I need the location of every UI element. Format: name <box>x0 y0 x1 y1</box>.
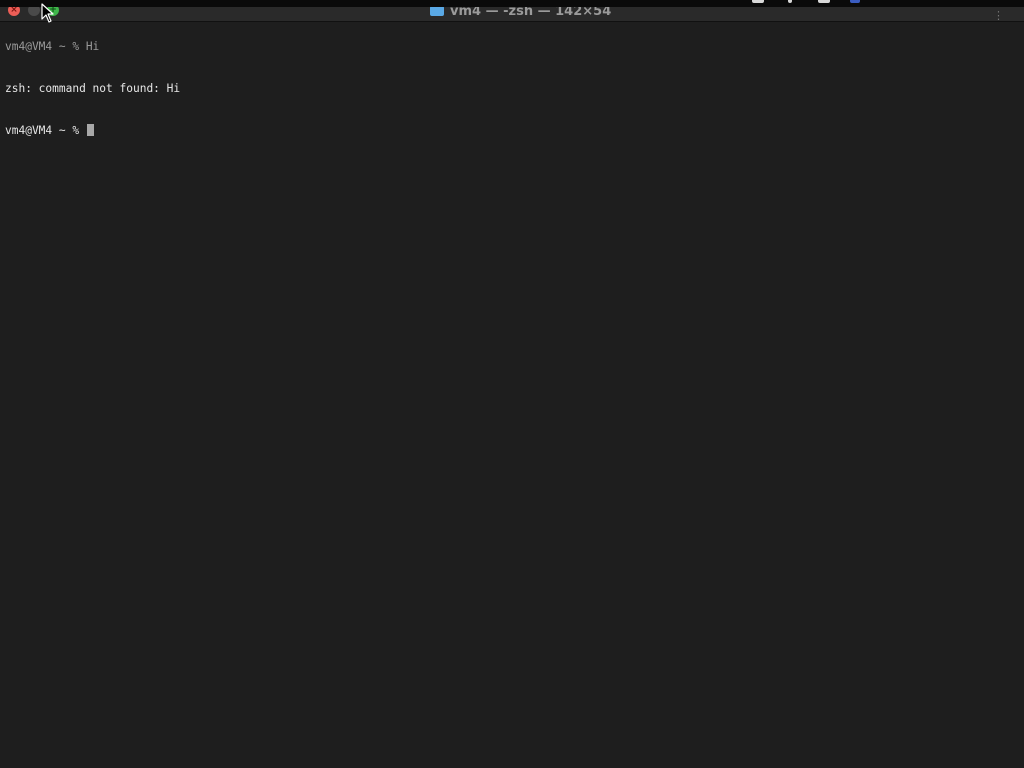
prompt-text: vm4@VM4 ~ % <box>5 124 86 137</box>
prompt-line[interactable]: vm4@VM4 ~ % <box>5 124 1017 138</box>
menu-bar-status-icon[interactable] <box>788 0 792 3</box>
menu-bar-status-icon[interactable] <box>818 0 830 3</box>
close-button[interactable]: × <box>8 7 20 16</box>
command-output: zsh: command not found: Hi <box>5 82 181 95</box>
menu-bar-status-icon[interactable] <box>850 0 860 3</box>
folder-icon <box>430 7 444 16</box>
close-icon: × <box>10 7 18 15</box>
minimize-button[interactable] <box>28 7 40 16</box>
terminal-content[interactable]: vm4@VM4 ~ % Hi zsh: command not found: H… <box>5 16 1017 166</box>
text-cursor <box>86 124 94 136</box>
menu-bar <box>0 0 1024 7</box>
previous-command-line: vm4@VM4 ~ % Hi <box>5 40 100 53</box>
terminal-window: × + vm4 — -zsh — 142×54 ⋮ vm4@VM4 ~ % Hi… <box>0 7 1024 768</box>
menu-bar-status-icon[interactable] <box>752 0 764 3</box>
